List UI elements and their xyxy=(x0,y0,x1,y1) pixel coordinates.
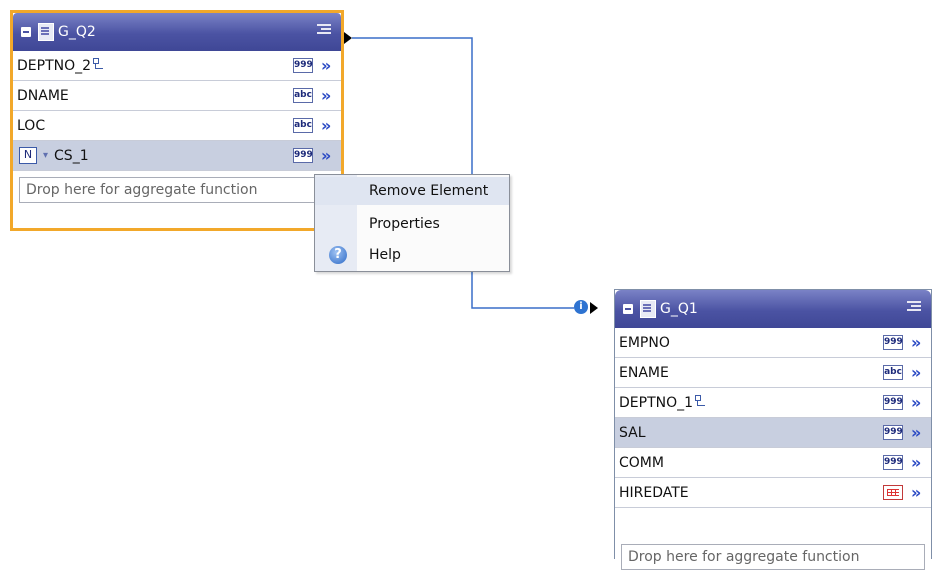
element-label: DNAME xyxy=(17,87,69,104)
text-type-icon: abc xyxy=(293,88,313,103)
menu-item-properties[interactable]: Properties xyxy=(315,210,509,238)
expand-icon[interactable]: » xyxy=(321,146,335,165)
number-type-icon: 999 xyxy=(883,335,903,350)
menu-item-label: Help xyxy=(369,247,401,263)
help-icon: ? xyxy=(329,246,347,264)
element-row[interactable]: EMPNO 999 » xyxy=(615,328,931,358)
link-end-arrow xyxy=(590,302,598,314)
expand-icon[interactable]: » xyxy=(911,423,925,442)
element-label: DEPTNO_2 xyxy=(17,57,92,74)
text-type-icon: abc xyxy=(883,365,903,380)
expand-icon[interactable]: » xyxy=(911,363,925,382)
element-label: COMM xyxy=(619,454,664,471)
context-menu: Remove Element Properties ? Help xyxy=(314,174,510,272)
join-icon xyxy=(695,394,707,407)
element-row[interactable]: HIREDATE » xyxy=(615,478,931,508)
group-menu-icon[interactable] xyxy=(317,24,333,38)
expand-icon[interactable]: » xyxy=(321,116,335,135)
query-icon xyxy=(640,300,656,318)
join-icon xyxy=(93,57,105,70)
expand-icon[interactable]: » xyxy=(911,453,925,472)
element-label: DEPTNO_1 xyxy=(619,394,694,411)
collapse-icon[interactable] xyxy=(21,27,31,37)
group-name: G_Q1 xyxy=(660,301,698,317)
menu-item-help[interactable]: ? Help xyxy=(315,241,509,269)
expand-icon[interactable]: » xyxy=(321,86,335,105)
element-label: ENAME xyxy=(619,364,669,381)
text-type-icon: abc xyxy=(293,118,313,133)
group-name: G_Q2 xyxy=(58,24,96,40)
element-label: EMPNO xyxy=(619,334,670,351)
link-start-arrow xyxy=(344,32,352,44)
query-icon xyxy=(38,23,54,41)
function-badge[interactable]: N xyxy=(19,147,37,164)
element-row[interactable]: DNAME abc » xyxy=(13,81,341,111)
element-row[interactable]: DEPTNO_1 999 » xyxy=(615,388,931,418)
element-row[interactable]: COMM 999 » xyxy=(615,448,931,478)
element-row[interactable]: ENAME abc » xyxy=(615,358,931,388)
aggregate-drop-zone[interactable]: Drop here for aggregate function xyxy=(621,544,925,570)
expand-icon[interactable]: » xyxy=(911,393,925,412)
group-header[interactable]: G_Q2 xyxy=(13,13,341,51)
expand-icon[interactable]: » xyxy=(911,333,925,352)
element-label: HIREDATE xyxy=(619,484,689,501)
element-label: CS_1 xyxy=(54,147,89,164)
element-row-selected[interactable]: SAL 999 » xyxy=(615,418,931,448)
calendar-icon xyxy=(883,485,903,500)
expand-icon[interactable]: » xyxy=(911,483,925,502)
number-type-icon: 999 xyxy=(883,395,903,410)
group-header[interactable]: G_Q1 xyxy=(615,290,931,328)
expand-icon[interactable]: » xyxy=(321,56,335,75)
element-row[interactable]: LOC abc » xyxy=(13,111,341,141)
element-label: LOC xyxy=(17,117,46,134)
number-type-icon: 999 xyxy=(293,58,313,73)
number-type-icon: 999 xyxy=(883,455,903,470)
group-menu-icon[interactable] xyxy=(907,301,923,315)
number-type-icon: 999 xyxy=(293,148,313,163)
menu-item-label: Remove Element xyxy=(369,183,489,199)
group-g-q1[interactable]: G_Q1 EMPNO 999 » ENAME abc » DEPTNO_1 99… xyxy=(614,289,932,570)
element-row-selected[interactable]: N ▾ CS_1 999 » xyxy=(13,141,341,171)
menu-item-label: Properties xyxy=(369,216,440,232)
chevron-down-icon[interactable]: ▾ xyxy=(43,150,48,161)
collapse-icon[interactable] xyxy=(623,304,633,314)
menu-item-remove-element[interactable]: Remove Element xyxy=(315,177,509,205)
element-label: SAL xyxy=(619,424,646,441)
aggregate-drop-zone[interactable]: Drop here for aggregate function xyxy=(19,177,335,203)
element-row[interactable]: DEPTNO_2 999 » xyxy=(13,51,341,81)
group-g-q2[interactable]: G_Q2 DEPTNO_2 999 » DNAME abc » LOC abc … xyxy=(10,10,344,231)
number-type-icon: 999 xyxy=(883,425,903,440)
info-icon[interactable]: i xyxy=(574,300,588,314)
